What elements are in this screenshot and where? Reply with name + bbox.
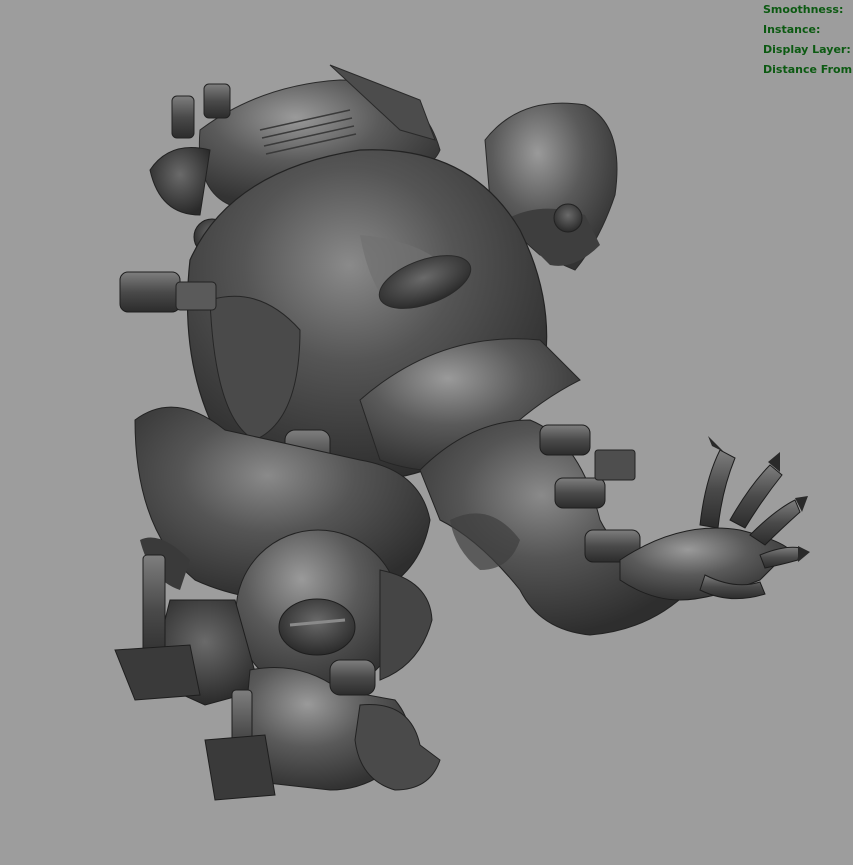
- arm-section: [419, 419, 691, 636]
- hud-display-layer-label: Display Layer:: [763, 43, 851, 56]
- 3d-viewport[interactable]: Smoothness: Instance: Display Layer: Dis…: [0, 0, 853, 865]
- hud-distance-label: Distance From C: [763, 63, 853, 76]
- viewport-hud: Smoothness: Instance: Display Layer: Dis…: [763, 0, 853, 80]
- robot-model-render[interactable]: [0, 0, 853, 865]
- hud-instance-label: Instance:: [763, 23, 821, 36]
- claw-hand: [619, 436, 810, 601]
- hud-smoothness-label: Smoothness:: [763, 3, 844, 16]
